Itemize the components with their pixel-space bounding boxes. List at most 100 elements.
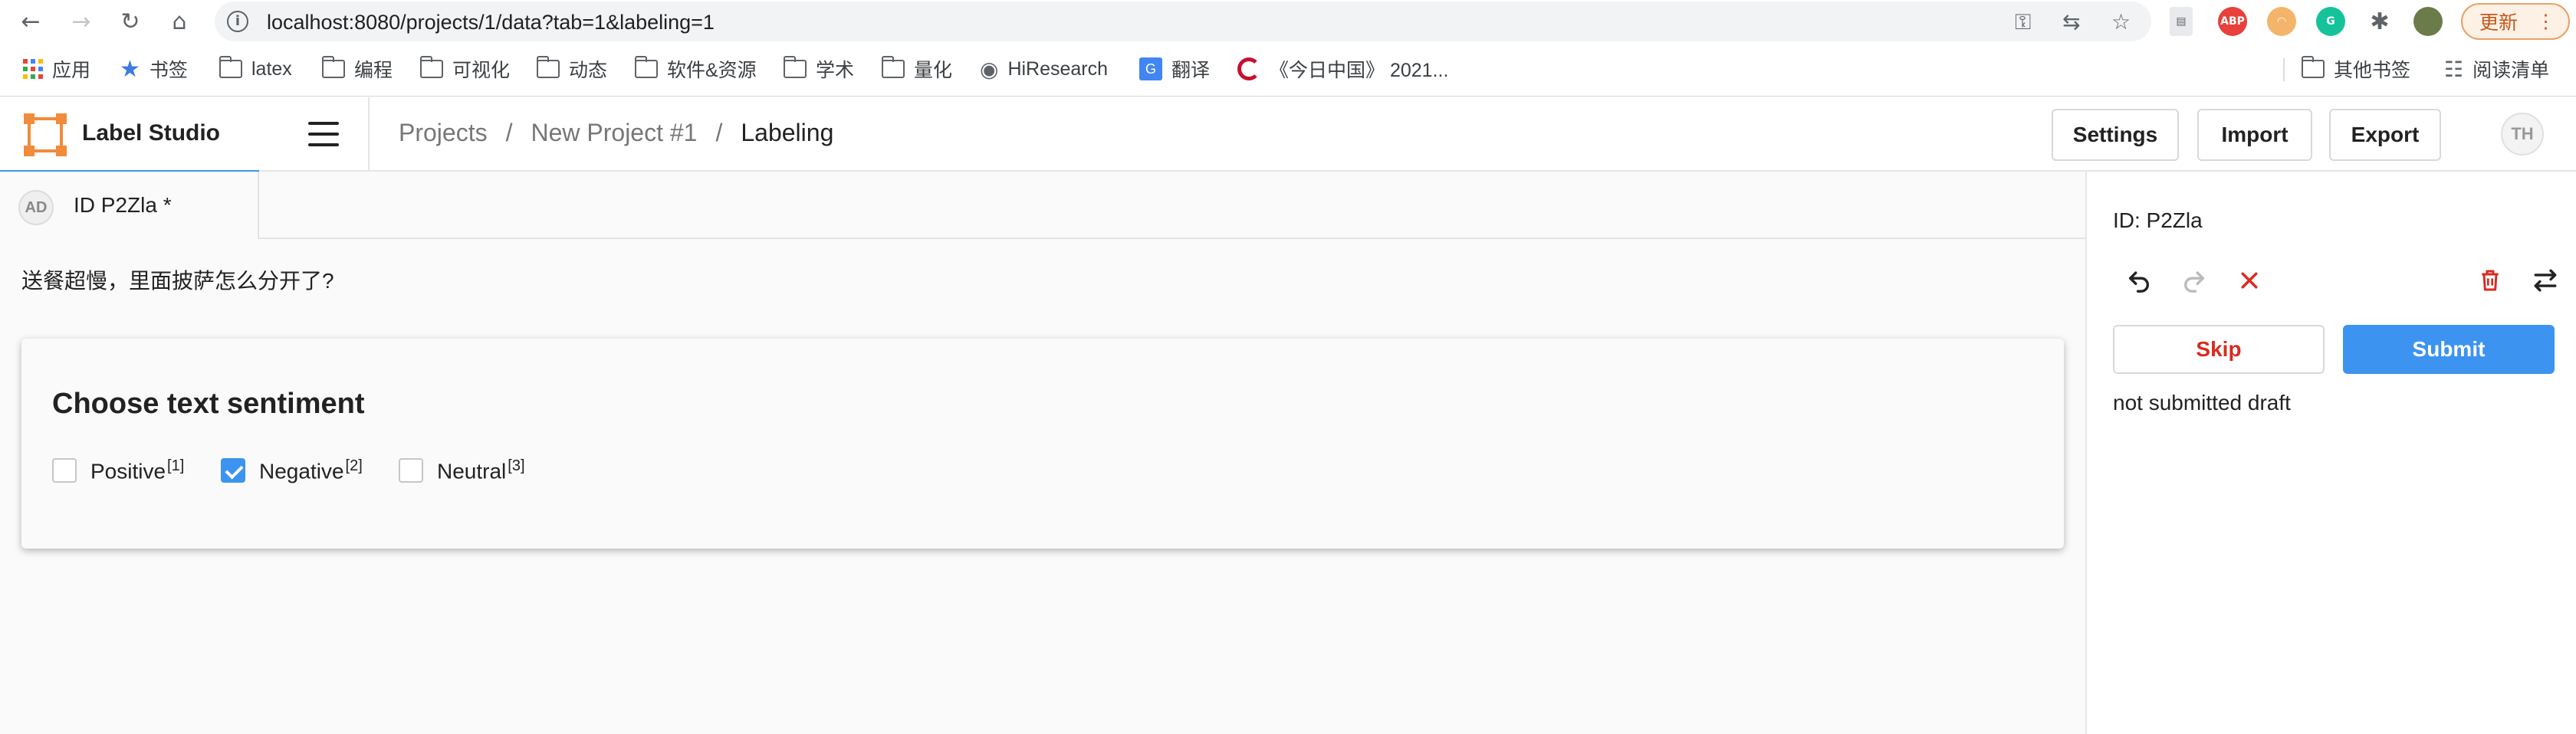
bookmark-label: 学术: [816, 60, 855, 81]
bookmark-label: 应用: [52, 60, 91, 81]
bookmark-reading-list[interactable]: ☷ 阅读清单: [2444, 55, 2549, 83]
site-info-icon[interactable]: i: [227, 11, 248, 32]
bookmark-translate[interactable]: G 翻译: [1139, 55, 1210, 83]
breadcrumb-separator: /: [505, 119, 513, 146]
undo-icon[interactable]: [2121, 262, 2157, 299]
bookmark-label: 其他书签: [2334, 60, 2411, 81]
back-icon[interactable]: ←: [15, 6, 46, 37]
url-text[interactable]: localhost:8080/projects/1/data?tab=1&lab…: [267, 11, 715, 34]
site-logo-icon: [1237, 57, 1260, 80]
submit-button[interactable]: Submit: [2343, 325, 2555, 374]
label-studio-logo-icon[interactable]: [24, 113, 67, 156]
checkbox[interactable]: [399, 458, 423, 483]
app-header: Label Studio Projects / New Project #1 / Lab…: [0, 97, 2576, 173]
folder-icon: [881, 56, 905, 78]
annotation-sidebar: ID: P2Zla Skip Submit not submitted draf…: [2085, 172, 2576, 734]
breadcrumb-project[interactable]: New Project #1: [531, 119, 697, 146]
bookmark-programming[interactable]: 编程: [321, 55, 393, 83]
bookmark-other[interactable]: 其他书签: [2301, 55, 2411, 83]
task-tab-title: ID P2Zla *: [74, 193, 172, 217]
folder-icon: [219, 56, 242, 78]
bookmarks-bar: 应用 ★ 书签 latex 编程 可视化 动态 软件&资源 学术 量化 ◉ Hi…: [0, 43, 2576, 97]
folder-icon: [2301, 56, 2325, 78]
breadcrumb: Projects / New Project #1 / Labeling: [399, 119, 833, 147]
header-divider: [368, 97, 370, 172]
profile-avatar[interactable]: [2413, 7, 2443, 36]
adblock-icon[interactable]: ABP: [2218, 7, 2247, 36]
forward-icon[interactable]: →: [66, 6, 97, 37]
settings-toggle-icon[interactable]: [2527, 262, 2564, 299]
home-icon[interactable]: ⌂: [164, 6, 195, 37]
bookmark-label: 可视化: [452, 60, 511, 81]
bookmark-software[interactable]: 软件&资源: [634, 55, 757, 83]
checkbox-checked[interactable]: [221, 458, 245, 483]
bookmark-academic[interactable]: 学术: [783, 55, 855, 83]
redo-icon[interactable]: [2176, 262, 2213, 299]
folder-icon: [536, 56, 560, 78]
bookmark-label: 书签: [149, 60, 188, 81]
translate-icon: G: [1139, 57, 1162, 80]
translate-page-icon[interactable]: ⇆: [2062, 9, 2080, 34]
app-name[interactable]: Label Studio: [82, 120, 220, 146]
choice-label: Negative [2]: [259, 457, 363, 483]
menu-icon[interactable]: [308, 122, 339, 146]
key-icon[interactable]: ⚿: [2015, 9, 2031, 35]
choices-panel: Choose text sentiment Positive [1] Negati…: [21, 339, 2064, 549]
bookmark-hiresearch[interactable]: ◉ HiResearch: [980, 55, 1108, 83]
task-tab[interactable]: AD ID P2Zla *: [0, 172, 259, 239]
bookmark-label: 《今日中国》 2021...: [1270, 60, 1449, 81]
rss-icon[interactable]: ◠: [2267, 7, 2296, 36]
choice-label: Neutral [3]: [437, 457, 525, 483]
task-text: 送餐超慢，里面披萨怎么分开了?: [21, 269, 334, 293]
reading-list-icon: ☷: [2444, 56, 2464, 82]
bookmark-china-today[interactable]: 《今日中国》 2021...: [1237, 55, 1448, 83]
extensions-icon[interactable]: ✱: [2365, 7, 2394, 36]
bookmark-label: HiResearch: [1007, 57, 1109, 80]
address-bar[interactable]: i localhost:8080/projects/1/data?tab=1&l…: [215, 2, 2151, 41]
draft-status: not submitted draft: [2113, 391, 2291, 415]
globe-icon: ◉: [980, 56, 999, 82]
update-label: 更新: [2479, 12, 2518, 34]
skip-button[interactable]: Skip: [2113, 325, 2325, 374]
grammarly-icon[interactable]: G: [2316, 7, 2345, 36]
page-icon[interactable]: ▤: [2170, 7, 2193, 36]
apps-grid-icon: [23, 59, 43, 79]
bookmark-label: latex: [251, 57, 292, 80]
bookmark-visualization[interactable]: 可视化: [419, 55, 511, 83]
breadcrumb-projects[interactable]: Projects: [399, 119, 488, 146]
star-icon: ★: [120, 56, 140, 82]
user-avatar[interactable]: TH: [2501, 113, 2544, 156]
export-button[interactable]: Export: [2329, 109, 2441, 161]
question-title: Choose text sentiment: [52, 388, 365, 420]
choice-positive[interactable]: Positive [1]: [52, 455, 184, 486]
settings-button[interactable]: Settings: [2052, 109, 2179, 161]
bookmark-star-icon[interactable]: ☆: [2111, 9, 2131, 34]
bookmark-label: 阅读清单: [2472, 60, 2550, 81]
folder-icon: [321, 56, 345, 78]
bookmark-bookmarks[interactable]: ★ 书签: [120, 55, 188, 83]
choice-neutral[interactable]: Neutral [3]: [399, 455, 525, 486]
choice-negative[interactable]: Negative [2]: [221, 455, 363, 486]
update-button[interactable]: 更新 ⋮: [2461, 3, 2570, 40]
bookmark-apps[interactable]: 应用: [23, 55, 90, 83]
more-menu-icon[interactable]: ⋮: [2536, 10, 2555, 33]
choice-label: Positive [1]: [90, 457, 185, 483]
bookmark-latex[interactable]: latex: [219, 55, 292, 83]
bookmark-label: 编程: [354, 60, 393, 81]
task-tabbar: AD ID P2Zla *: [0, 172, 2085, 239]
bookmark-label: 软件&资源: [667, 60, 757, 81]
annotation-id: ID: P2Zla: [2113, 208, 2203, 232]
bookmark-quant[interactable]: 量化: [881, 55, 952, 83]
reset-icon[interactable]: [2231, 262, 2268, 299]
folder-icon: [419, 56, 443, 78]
bookmark-label: 翻译: [1171, 60, 1211, 81]
checkbox[interactable]: [52, 458, 77, 483]
reload-icon[interactable]: ↻: [115, 6, 146, 37]
delete-icon[interactable]: [2472, 262, 2509, 299]
import-button[interactable]: Import: [2197, 109, 2312, 161]
folder-icon: [783, 56, 807, 78]
bookmark-label: 动态: [569, 60, 608, 81]
bookmark-dynamics[interactable]: 动态: [536, 55, 608, 83]
breadcrumb-current: Labeling: [741, 119, 834, 146]
bookmark-divider: [2283, 58, 2285, 81]
